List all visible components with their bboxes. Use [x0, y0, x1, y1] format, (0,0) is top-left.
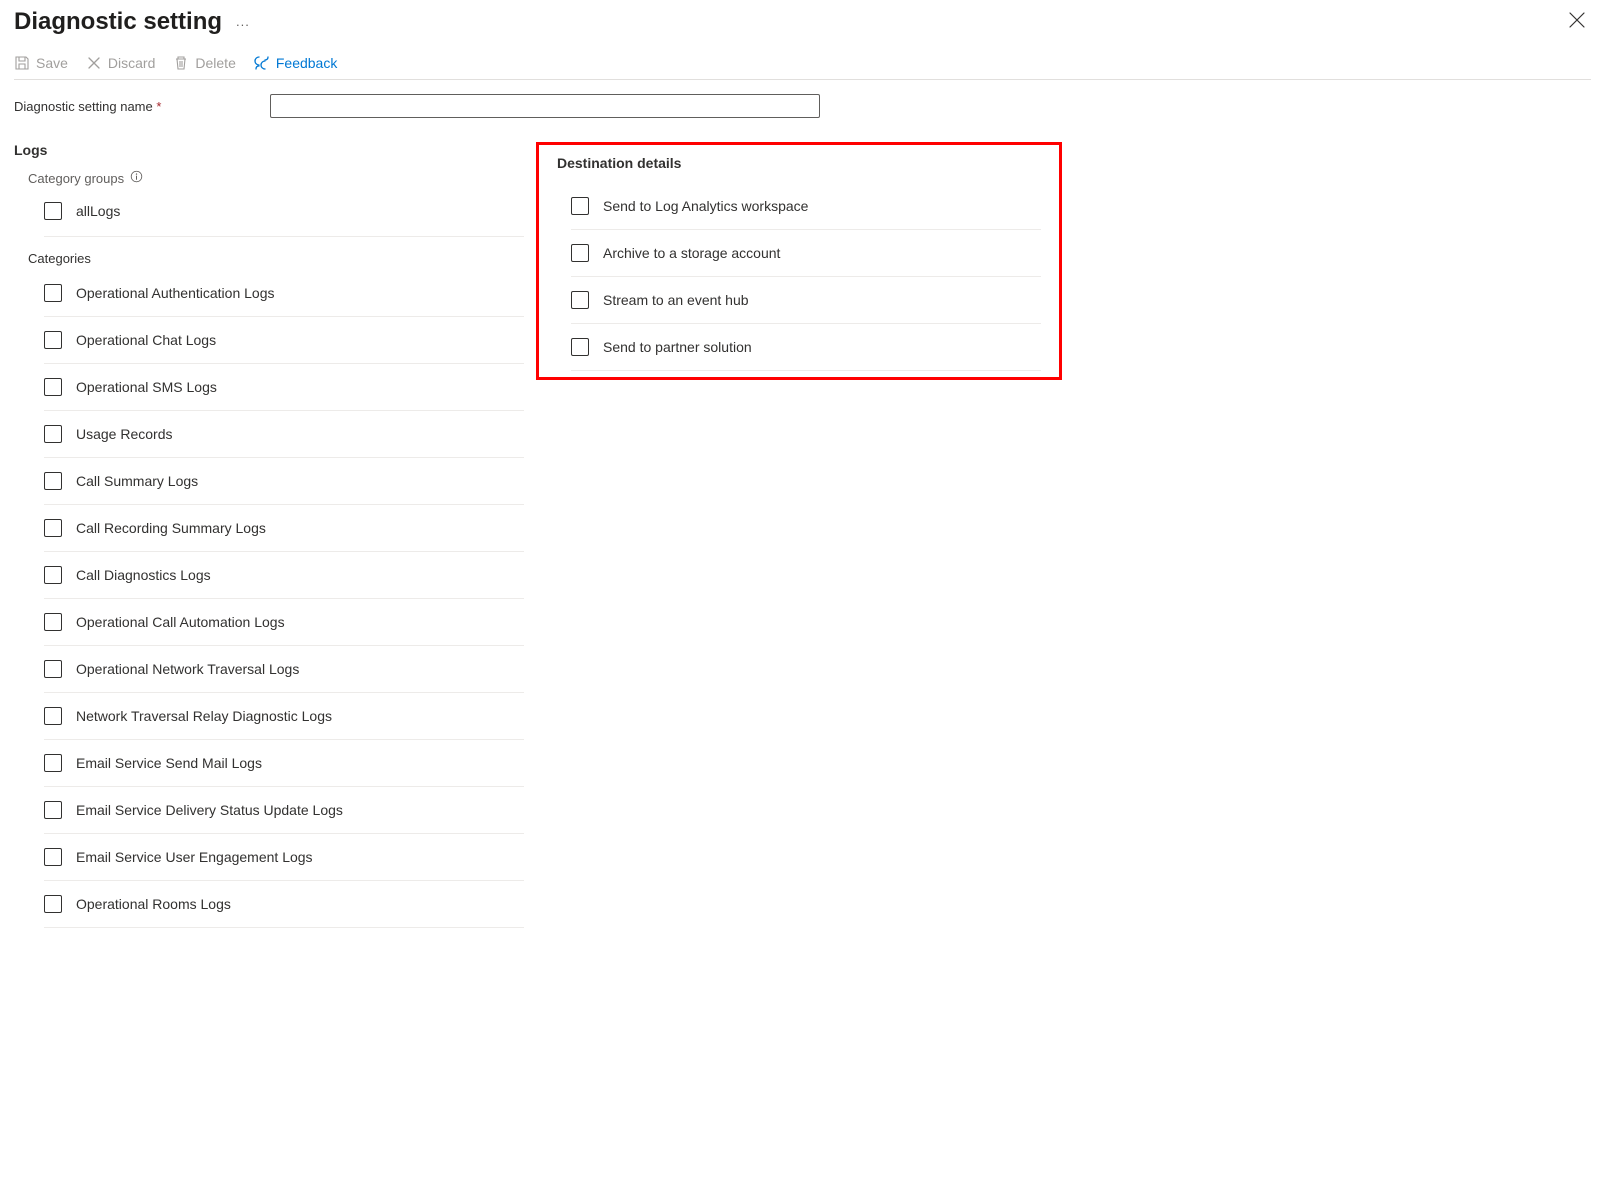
category-row: Operational Authentication Logs — [44, 270, 524, 317]
category-checkbox[interactable] — [44, 519, 62, 537]
diagnostic-setting-name-input[interactable] — [270, 94, 820, 118]
category-label: Operational Network Traversal Logs — [76, 661, 299, 677]
save-button[interactable]: Save — [14, 55, 68, 71]
all-logs-row: allLogs — [44, 192, 524, 230]
destination-label: Archive to a storage account — [603, 245, 780, 261]
destination-checkbox[interactable] — [571, 291, 589, 309]
category-checkbox[interactable] — [44, 425, 62, 443]
category-row: Call Recording Summary Logs — [44, 505, 524, 552]
categories-label: Categories — [28, 251, 524, 266]
destination-row: Archive to a storage account — [571, 230, 1041, 277]
trash-icon — [173, 55, 189, 71]
category-label: Operational Rooms Logs — [76, 896, 231, 912]
category-row: Call Summary Logs — [44, 458, 524, 505]
logs-column: Logs Category groups allLogs Categories … — [14, 142, 524, 928]
category-checkbox[interactable] — [44, 801, 62, 819]
category-checkbox[interactable] — [44, 613, 62, 631]
destination-section-title: Destination details — [557, 155, 1041, 171]
category-checkbox[interactable] — [44, 331, 62, 349]
category-label: Operational SMS Logs — [76, 379, 217, 395]
destination-checkbox[interactable] — [571, 244, 589, 262]
category-checkbox[interactable] — [44, 660, 62, 678]
info-icon[interactable] — [130, 170, 143, 186]
category-label: Email Service User Engagement Logs — [76, 849, 313, 865]
category-row: Operational Network Traversal Logs — [44, 646, 524, 693]
discard-button[interactable]: Discard — [86, 55, 155, 71]
destination-row: Stream to an event hub — [571, 277, 1041, 324]
categories-list: Operational Authentication Logs Operation… — [44, 270, 524, 928]
category-label: Operational Call Automation Logs — [76, 614, 285, 630]
all-logs-checkbox[interactable] — [44, 202, 62, 220]
destination-row: Send to Log Analytics workspace — [571, 183, 1041, 230]
feedback-button[interactable]: Feedback — [254, 55, 337, 71]
delete-button[interactable]: Delete — [173, 55, 235, 71]
category-checkbox[interactable] — [44, 895, 62, 913]
category-row: Call Diagnostics Logs — [44, 552, 524, 599]
category-checkbox[interactable] — [44, 378, 62, 396]
category-label: Call Summary Logs — [76, 473, 198, 489]
category-row: Operational Rooms Logs — [44, 881, 524, 928]
destination-label: Send to partner solution — [603, 339, 752, 355]
more-actions-button[interactable]: ... — [236, 14, 250, 29]
category-label: Operational Chat Logs — [76, 332, 216, 348]
category-row: Operational Call Automation Logs — [44, 599, 524, 646]
category-row: Usage Records — [44, 411, 524, 458]
page-header: Diagnostic setting ... — [14, 0, 1591, 47]
category-groups-label: Category groups — [28, 170, 524, 186]
category-row: Network Traversal Relay Diagnostic Logs — [44, 693, 524, 740]
destination-checkbox[interactable] — [571, 338, 589, 356]
toolbar: Save Discard Delete Feedback — [14, 47, 1591, 80]
destination-checkbox[interactable] — [571, 197, 589, 215]
category-label: Call Diagnostics Logs — [76, 567, 211, 583]
name-field-label: Diagnostic setting name * — [14, 99, 262, 114]
category-checkbox[interactable] — [44, 472, 62, 490]
category-checkbox[interactable] — [44, 707, 62, 725]
category-row: Operational SMS Logs — [44, 364, 524, 411]
category-label: Operational Authentication Logs — [76, 285, 274, 301]
destination-row: Send to partner solution — [571, 324, 1041, 371]
destination-label: Stream to an event hub — [603, 292, 749, 308]
category-row: Operational Chat Logs — [44, 317, 524, 364]
category-label: Network Traversal Relay Diagnostic Logs — [76, 708, 332, 724]
required-asterisk: * — [156, 99, 161, 114]
category-label: Email Service Send Mail Logs — [76, 755, 262, 771]
category-row: Email Service Send Mail Logs — [44, 740, 524, 787]
category-label: Usage Records — [76, 426, 173, 442]
category-label: Email Service Delivery Status Update Log… — [76, 802, 343, 818]
category-row: Email Service Delivery Status Update Log… — [44, 787, 524, 834]
discard-icon — [86, 55, 102, 71]
destination-label: Send to Log Analytics workspace — [603, 198, 808, 214]
logs-section-title: Logs — [14, 142, 524, 158]
category-checkbox[interactable] — [44, 284, 62, 302]
feedback-icon — [254, 55, 270, 71]
all-logs-label: allLogs — [76, 203, 120, 219]
close-button[interactable] — [1563, 6, 1591, 37]
category-checkbox[interactable] — [44, 754, 62, 772]
destination-list: Send to Log Analytics workspace Archive t… — [571, 183, 1041, 371]
category-checkbox[interactable] — [44, 566, 62, 584]
close-icon — [1569, 12, 1585, 28]
save-icon — [14, 55, 30, 71]
category-row: Email Service User Engagement Logs — [44, 834, 524, 881]
category-checkbox[interactable] — [44, 848, 62, 866]
name-field-row: Diagnostic setting name * — [14, 94, 1591, 118]
destination-highlight-box: Destination details Send to Log Analytic… — [536, 142, 1062, 380]
category-label: Call Recording Summary Logs — [76, 520, 266, 536]
page-title: Diagnostic setting — [14, 8, 222, 36]
